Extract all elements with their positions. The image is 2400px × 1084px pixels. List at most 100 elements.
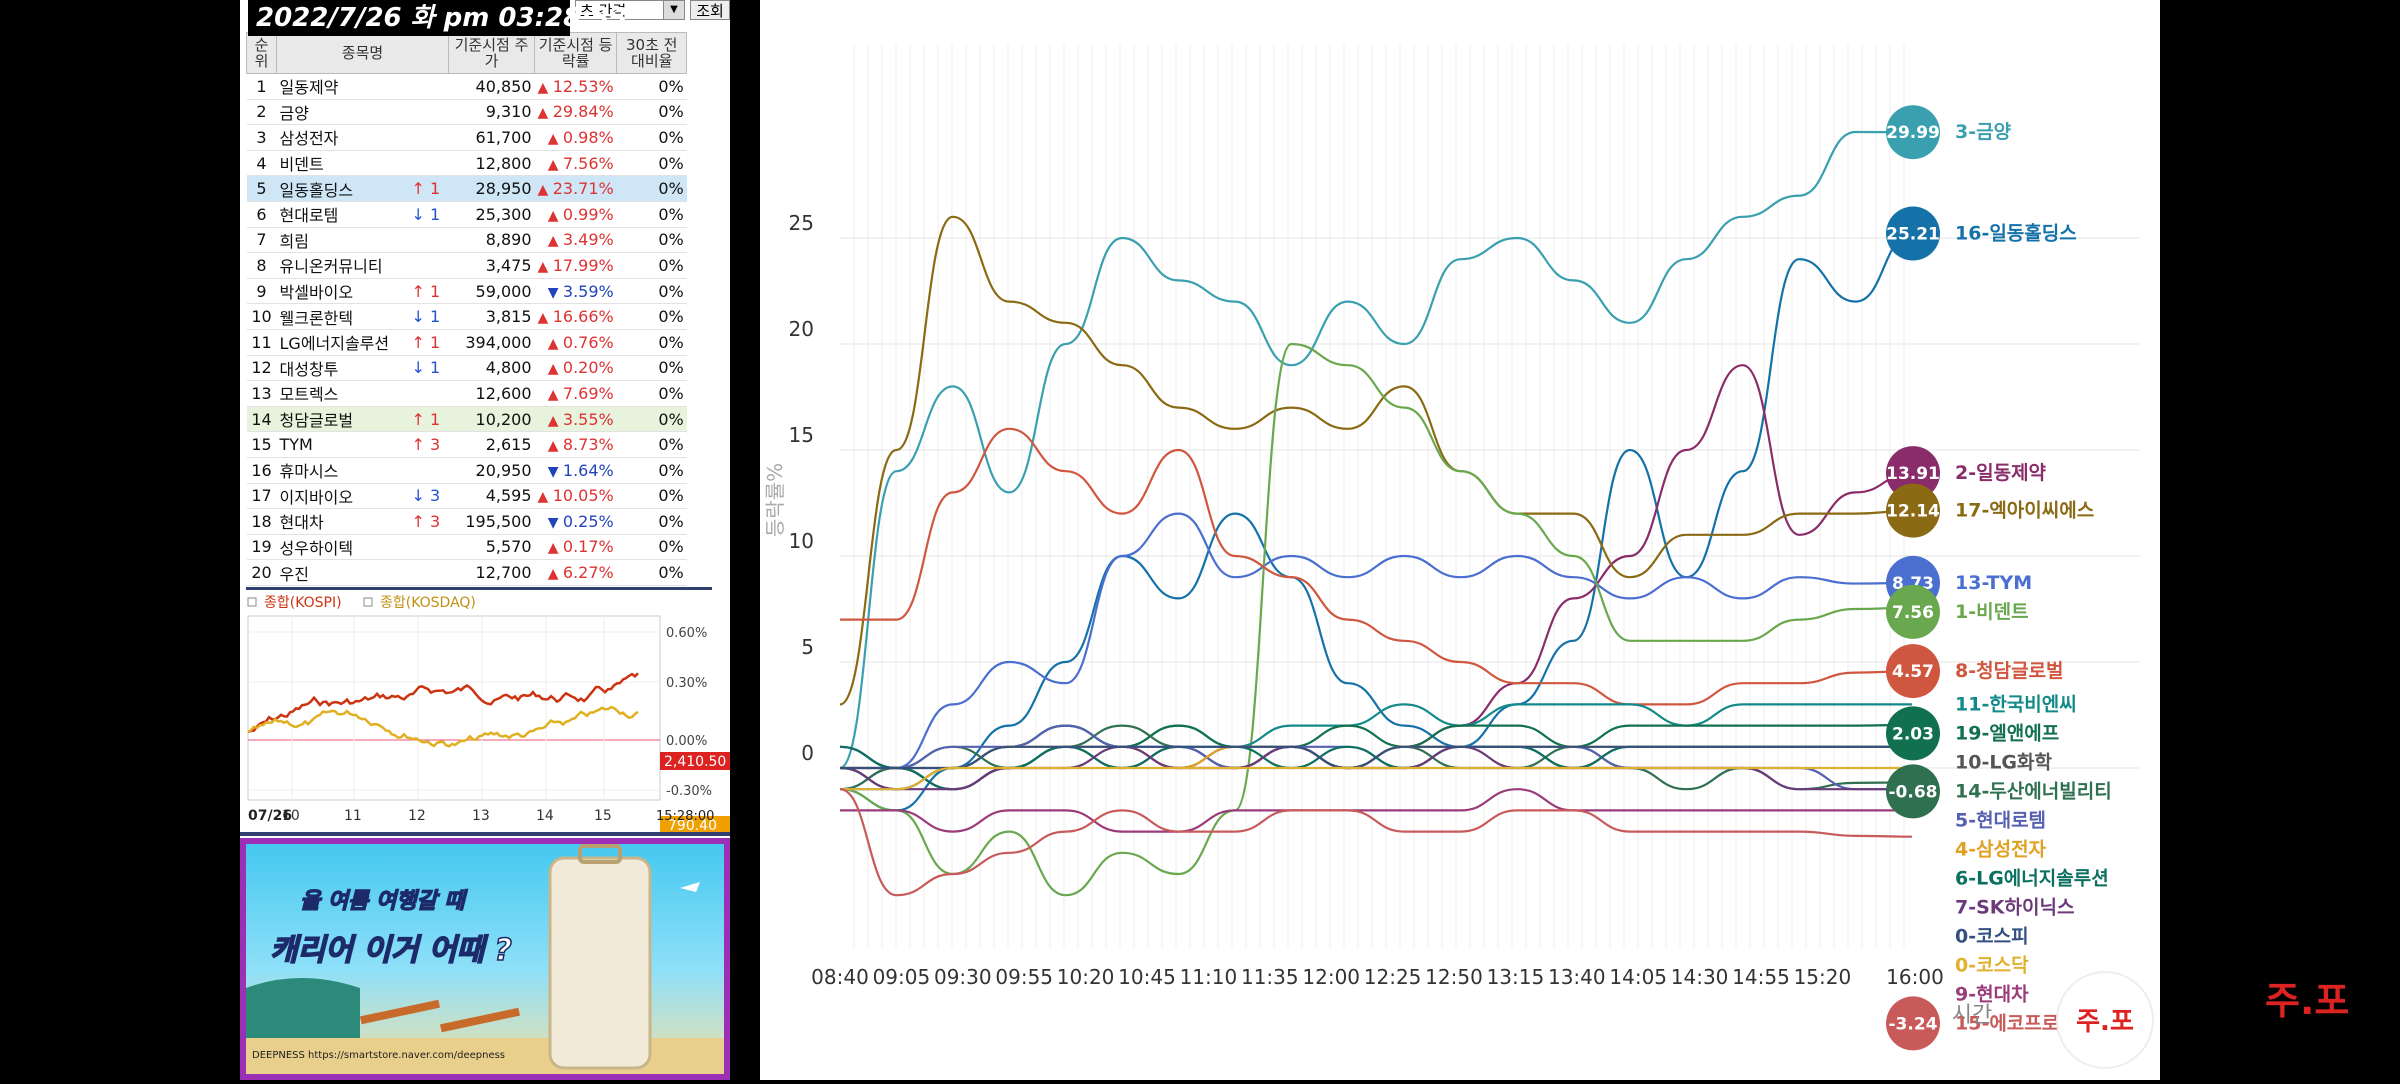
cell-price: 12,600 [448,380,535,407]
index-grid [247,615,661,801]
series-end-value: 4.57 [1892,662,1934,682]
cell-rank-move [408,124,449,151]
chart-grid [840,45,2140,948]
cell-rate: ▲ 12.53% [534,73,617,100]
y-tick-label: 25 [789,211,814,235]
series-name-label: 2-일동제약 [1955,462,2047,484]
cell-rank: 13 [246,380,277,407]
ad-footer[interactable]: DEEPNESS https://smartstore.naver.com/de… [252,1050,505,1061]
cell-name: 금양 [276,99,409,126]
index-pct-label: -0.30% [666,784,712,799]
table-row[interactable]: 10 웰크론한텍 ↓ 1 3,815 ▲ 16.66% 0% [246,303,687,330]
cell-change: 0% [616,252,687,279]
up-triangle-icon: ▲ [547,438,563,455]
cell-price: 3,815 [448,303,535,330]
cell-change: 0% [616,73,687,100]
x-tick-label: 12:25 [1364,965,1422,989]
cell-rate: ▲ 6.27% [534,559,617,586]
index-time: 15:28:00 [656,809,714,824]
cell-name: 청담글로벌 [276,406,409,433]
x-tick-label: 13:15 [1487,965,1545,989]
series-name-label: 19-엘앤에프 [1955,722,2059,744]
cell-price: 4,595 [448,483,535,510]
table-row[interactable]: 20 우진 12,700 ▲ 6.27% 0% [246,559,687,586]
cell-rank-move [408,559,449,586]
chevron-down-icon[interactable]: ▼ [663,1,684,19]
index-hour-label: 15 [594,808,612,824]
cell-price: 28,950 [448,175,535,202]
table-row[interactable]: 14 청담글로벌 ↑ 1 10,200 ▲ 3.55% 0% [246,406,687,433]
table-row[interactable]: 4 비덴트 12,800 ▲ 7.56% 0% [246,150,687,177]
x-tick-label: 14:55 [1732,965,1790,989]
query-button[interactable]: 조회 [690,0,730,20]
table-row[interactable]: 2 금양 9,310 ▲ 29.84% 0% [246,99,687,126]
header-price[interactable]: 기준시점 주가 [448,32,535,74]
cell-rank-move: ↑ 3 [408,508,449,535]
cell-rate: ▲ 17.99% [534,252,617,279]
table-row[interactable]: 15 TYM ↑ 3 2,615 ▲ 8.73% 0% [246,431,687,458]
cell-rank: 4 [246,150,277,177]
x-axis-ticks: 08:40 09:05 09:30 09:55 10:20 10:45 11:10 11:35… [811,965,1944,989]
down-triangle-icon: ▼ [547,284,563,301]
cell-rank: 19 [246,534,277,561]
table-row[interactable]: 12 대성창투 ↓ 1 4,800 ▲ 0.20% 0% [246,355,687,382]
header-rank[interactable]: 순위 [246,32,277,74]
table-row[interactable]: 1 일동제약 40,850 ▲ 12.53% 0% [246,73,687,100]
series-line [839,766,1912,791]
cell-rank: 1 [246,73,277,100]
down-triangle-icon: ▼ [547,463,563,480]
cell-rank: 8 [246,252,277,279]
cell-rate: ▲ 0.20% [534,355,617,382]
cell-rank: 10 [246,303,277,330]
table-row[interactable]: 18 현대차 ↑ 3 195,500 ▼ 0.25% 0% [246,508,687,535]
table-row[interactable]: 5 일동홀딩스 ↑ 1 28,950 ▲ 23.71% 0% [246,175,687,202]
main-line-chart: 0 5 10 15 20 25 08:40 09:05 09:30 09:55 10:20 10:4… [763,45,2154,1069]
table-row[interactable]: 16 휴마시스 20,950 ▼ 1.64% 0% [246,457,687,484]
table-row[interactable]: 9 박셀바이오 ↑ 1 59,000 ▼ 3.59% 0% [246,278,687,305]
cell-rate: ▼ 3.59% [534,278,617,305]
y-axis-label: 등락률% [763,463,787,537]
cell-price: 25,300 [448,201,535,228]
header-change[interactable]: 30초 전 대비율 [616,32,688,74]
table-row[interactable]: 13 모트렉스 12,600 ▲ 7.69% 0% [246,380,687,407]
cell-rank-move: ↑ 1 [408,278,449,305]
table-row[interactable]: 17 이지바이오 ↓ 3 4,595 ▲ 10.05% 0% [246,483,687,510]
cell-rank-move: ↓ 1 [408,355,449,382]
up-triangle-icon: ▲ [537,258,553,275]
cell-rate: ▲ 0.76% [534,329,617,356]
x-tick-label: 12:00 [1302,965,1360,989]
series-name-label: 4-삼성전자 [1955,838,2047,860]
table-row[interactable]: 7 희림 8,890 ▲ 3.49% 0% [246,227,687,254]
cell-change: 0% [616,380,687,407]
table-row[interactable]: 8 유니온커뮤니티 3,475 ▲ 17.99% 0% [246,252,687,279]
index-pct-label: 0.60% [666,626,707,641]
series-name-label: 16-일동홀딩스 [1955,222,2077,245]
up-triangle-icon: ▲ [537,489,553,506]
series-end-value: 13.91 [1886,464,1940,484]
up-triangle-icon: ▲ [547,566,563,583]
table-row[interactable]: 3 삼성전자 61,700 ▲ 0.98% 0% [246,124,687,151]
ad-banner[interactable]: 올 여름 여행갈 때 캐리어 이거 어때 ? DEEPNESS https://… [240,838,730,1080]
header-rate[interactable]: 기준시점 등락률 [533,32,618,74]
legend-kosdaq: 종합(KOSDAQ) [380,595,476,611]
series-name-label: 0-코스닥 [1955,954,2029,976]
table-row[interactable]: 6 현대로템 ↓ 1 25,300 ▲ 0.99% 0% [246,201,687,228]
header-name[interactable]: 종목명 [276,32,449,74]
x-tick-label: 15:20 [1794,965,1852,989]
cell-name: 일동홀딩스 [276,175,409,202]
cell-change: 0% [616,124,687,151]
table-row[interactable]: 19 성우하이텍 5,570 ▲ 0.17% 0% [246,534,687,561]
x-tick-label: 12:50 [1425,965,1483,989]
cell-price: 10,200 [448,406,535,433]
legend-box-icon [363,597,373,607]
table-row[interactable]: 11 LG에너지솔루션 ↑ 1 394,000 ▲ 0.76% 0% [246,329,687,356]
cell-rate: ▲ 29.84% [534,99,617,126]
cell-rank: 2 [246,99,277,126]
x-tick-label: 09:55 [995,965,1053,989]
series-line [839,232,1913,812]
y-tick-label: 5 [801,635,814,659]
cell-rate: ▲ 10.05% [534,483,617,510]
series-line [839,788,1913,897]
series-line [839,342,1913,897]
cell-rank: 9 [246,278,277,305]
